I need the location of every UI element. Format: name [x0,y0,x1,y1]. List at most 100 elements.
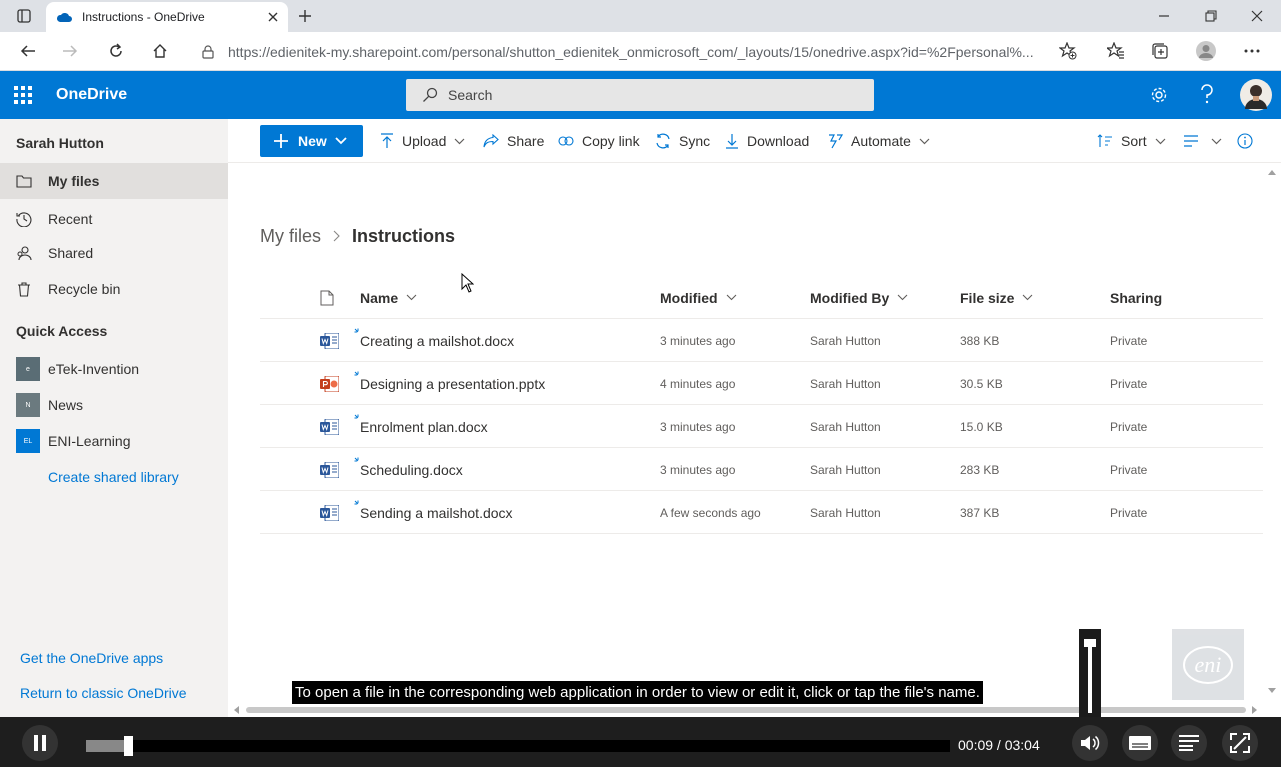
left-navigation: Sarah Hutton My files Recent Shared Recy… [0,119,228,717]
forward-icon[interactable] [54,35,86,67]
column-header-name[interactable]: Name [360,276,417,319]
search-box[interactable]: Search [406,79,874,111]
file-sharing: Private [1110,505,1148,520]
browser-tab[interactable]: Instructions - OneDrive [46,2,288,32]
sort-icon [1097,134,1113,148]
app-launcher-icon[interactable] [14,86,32,104]
copy-link-button[interactable]: Copy link [558,119,640,163]
file-modified-by[interactable]: Sarah Hutton [810,362,881,405]
file-sharing: Private [1110,462,1148,477]
file-name-link[interactable]: Scheduling.docx [360,448,463,491]
app-name[interactable]: OneDrive [56,71,127,119]
seek-knob[interactable] [124,736,134,756]
library-badge: EL [16,429,40,453]
file-modified-by[interactable]: Sarah Hutton [810,491,881,534]
scroll-up-icon[interactable] [1268,169,1276,175]
scroll-right-icon[interactable] [1252,706,1258,714]
refresh-icon[interactable] [100,35,132,67]
file-modified-by[interactable]: Sarah Hutton [810,405,881,448]
vertical-scrollbar[interactable] [1263,163,1281,703]
home-icon[interactable] [144,35,176,67]
close-tab-icon[interactable] [268,12,278,22]
file-name-link[interactable]: Enrolment plan.docx [360,405,488,448]
automate-button[interactable]: Automate [827,119,930,163]
chapters-button[interactable] [1171,725,1207,761]
settings-gear-icon[interactable] [1150,86,1168,104]
nav-item-recent[interactable]: Recent [0,201,228,237]
column-header-label: Modified [660,289,718,306]
table-row[interactable]: Creating a mailshot.docx 3 minutes ago S… [260,319,1263,362]
chevron-down-icon [1022,294,1033,301]
library-etek-invention[interactable]: e eTek-Invention [0,351,228,387]
minimize-icon[interactable] [1148,0,1180,32]
favorites-icon[interactable] [1100,35,1132,67]
view-options-button[interactable] [1183,119,1222,163]
table-row[interactable]: Enrolment plan.docx 3 minutes ago Sarah … [260,405,1263,448]
close-window-icon[interactable] [1241,0,1273,32]
file-name-link[interactable]: Creating a mailshot.docx [360,319,514,362]
table-row[interactable]: Sending a mailshot.docx A few seconds ag… [260,491,1263,534]
library-eni-learning[interactable]: EL ENI-Learning [0,423,228,459]
library-news[interactable]: N News [0,387,228,423]
horizontal-scrollbar[interactable] [228,703,1263,717]
subtitles-button[interactable] [1122,725,1158,761]
nav-item-my-files[interactable]: My files [0,163,228,199]
nav-item-recycle-bin[interactable]: Recycle bin [0,271,228,307]
file-type-header-icon[interactable] [320,276,334,319]
create-shared-library-link[interactable]: Create shared library [48,469,179,485]
fullscreen-icon [1230,733,1250,753]
breadcrumb-my-files[interactable]: My files [260,226,321,247]
chevron-down-icon [1155,138,1166,145]
file-name-link[interactable]: Sending a mailshot.docx [360,491,513,534]
info-pane-button[interactable] [1237,119,1253,163]
scroll-down-icon[interactable] [1268,688,1276,694]
file-modified-by[interactable]: Sarah Hutton [810,448,881,491]
return-classic-link[interactable]: Return to classic OneDrive [20,685,187,701]
url-field[interactable]: https://edienitek-my.sharepoint.com/pers… [190,36,1090,67]
profile-icon[interactable] [1190,35,1222,67]
get-apps-link[interactable]: Get the OneDrive apps [20,650,163,666]
info-icon [1237,133,1253,149]
sync-button[interactable]: Sync [655,119,710,163]
file-modified-by[interactable]: Sarah Hutton [810,319,881,362]
tab-actions-icon[interactable] [8,0,40,32]
playback-time: 00:09 / 03:04 [958,737,1040,753]
column-header-label: Modified By [810,289,890,306]
new-tab-icon[interactable] [289,0,321,32]
file-name-link[interactable]: Designing a presentation.pptx [360,362,545,405]
nav-item-shared[interactable]: Shared [0,235,228,271]
table-row[interactable]: Scheduling.docx 3 minutes ago Sarah Hutt… [260,448,1263,491]
column-header-modified-by[interactable]: Modified By [810,276,908,319]
column-header-modified[interactable]: Modified [660,276,737,319]
chevron-right-icon [333,230,340,242]
column-header-label: File size [960,289,1015,306]
seek-bar[interactable] [86,740,950,752]
column-header-sharing[interactable]: Sharing [1110,276,1162,319]
download-button[interactable]: Download [725,119,809,163]
volume-slider[interactable] [1079,629,1101,717]
table-row[interactable]: Designing a presentation.pptx 4 minutes … [260,362,1263,405]
sort-button[interactable]: Sort [1097,119,1166,163]
help-icon[interactable] [1200,84,1214,104]
collections-icon[interactable] [1144,35,1176,67]
back-icon[interactable] [12,35,44,67]
add-favorite-icon[interactable] [1052,35,1084,67]
upload-button[interactable]: Upload [380,119,465,163]
file-size: 387 KB [960,505,1000,520]
volume-button[interactable] [1072,725,1108,761]
user-avatar[interactable] [1240,79,1272,111]
new-button[interactable]: New [260,125,363,157]
upload-icon [380,133,394,149]
lock-icon[interactable] [202,44,214,59]
file-modified: A few seconds ago [660,505,761,520]
fullscreen-button[interactable] [1222,725,1258,761]
restore-icon[interactable] [1195,0,1227,32]
user-name: Sarah Hutton [16,135,104,151]
scroll-left-icon[interactable] [233,706,239,714]
more-options-icon[interactable] [1236,35,1268,67]
share-button[interactable]: Share [483,119,544,163]
pause-button[interactable] [22,725,58,761]
volume-knob[interactable] [1084,639,1096,647]
column-header-file-size[interactable]: File size [960,276,1033,319]
people-icon [16,245,32,261]
